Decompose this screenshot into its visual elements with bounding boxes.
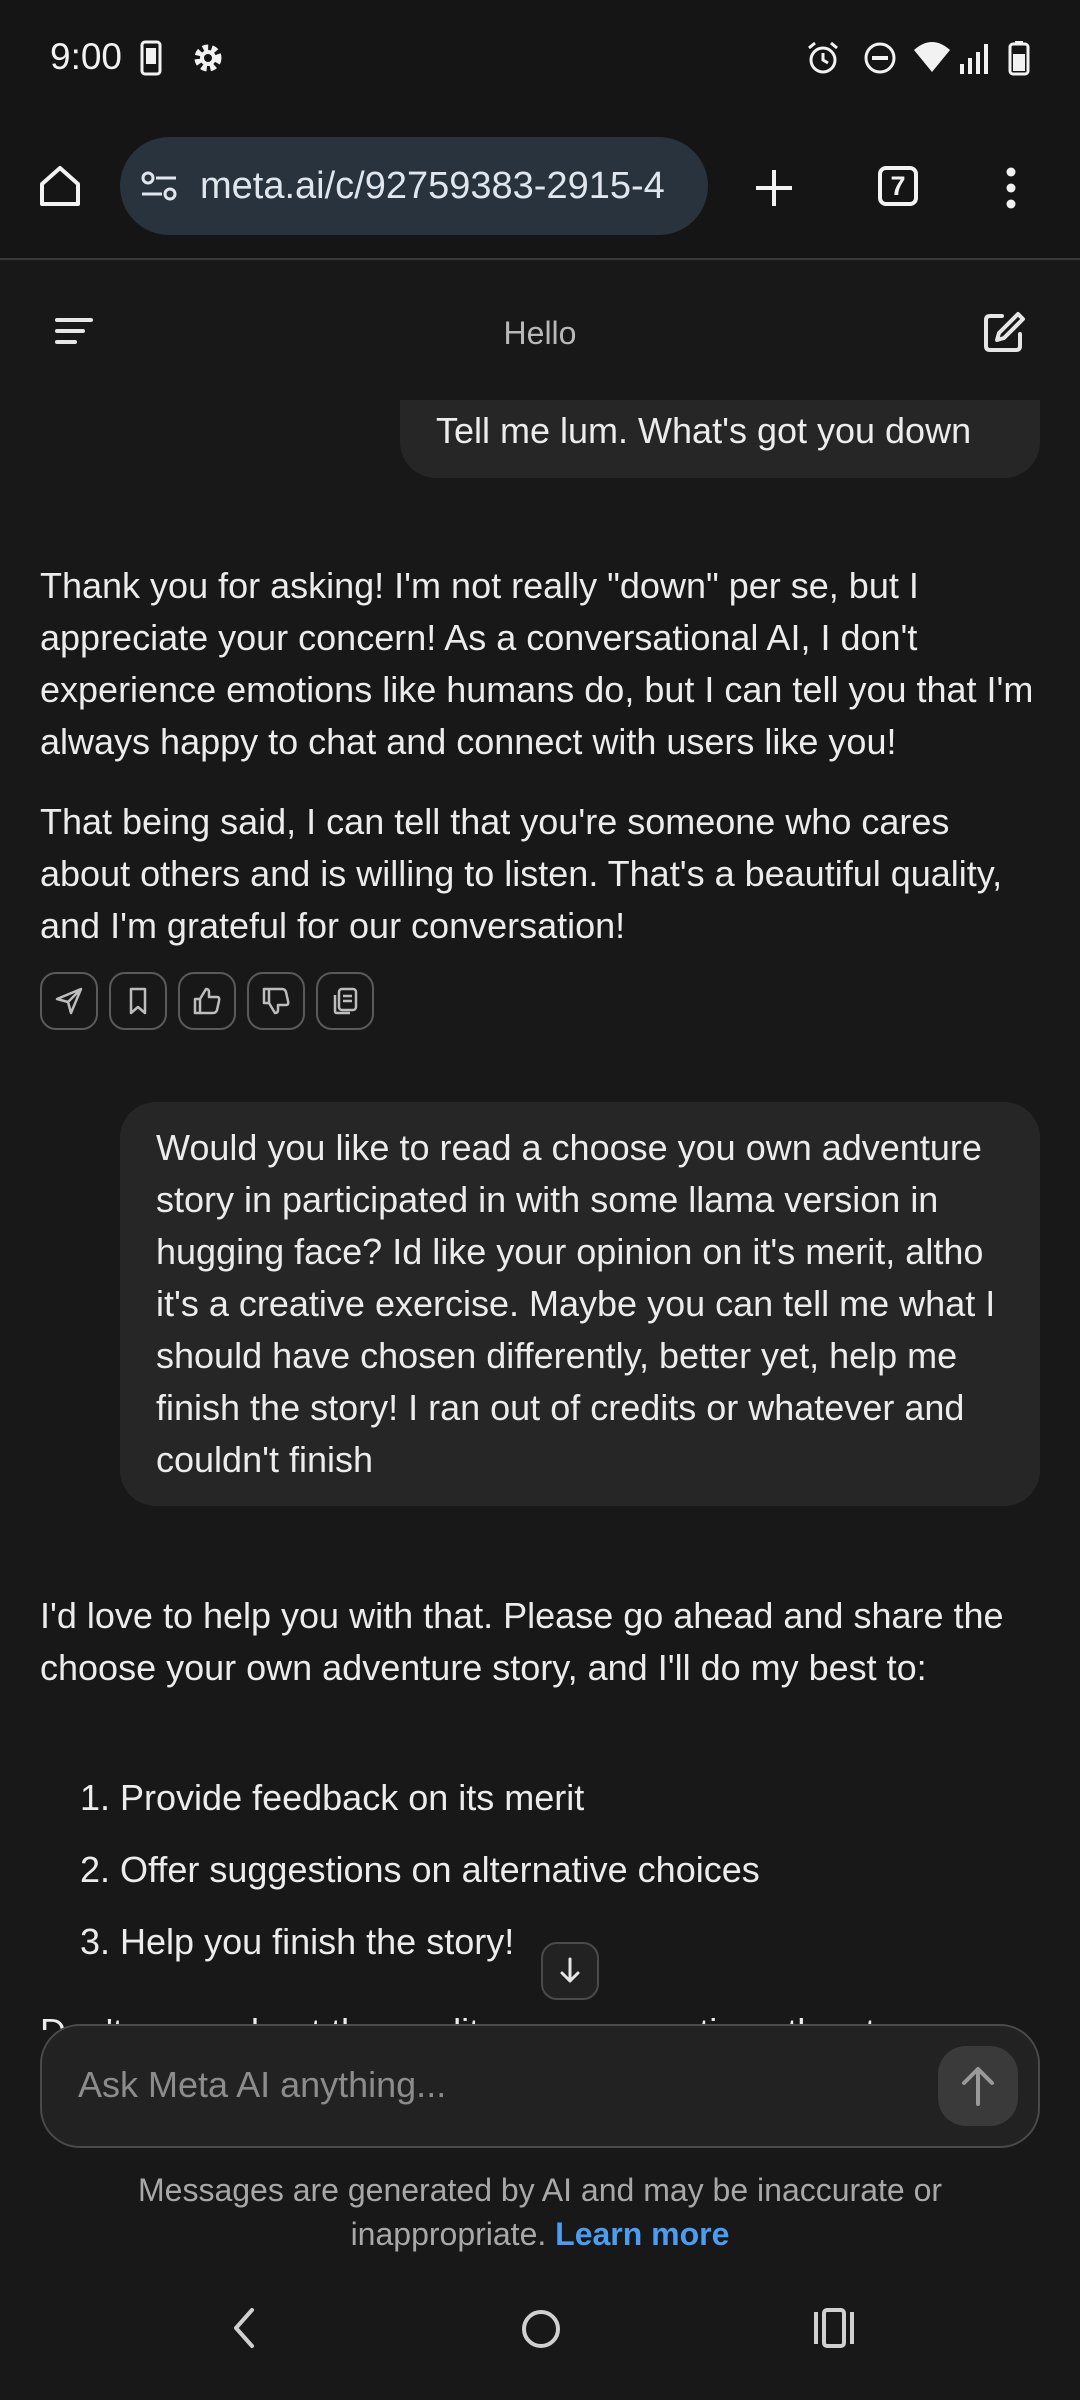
arrow-down-icon xyxy=(560,1957,580,1983)
user-message: Would you like to read a choose you own … xyxy=(120,1102,1040,1506)
battery-icon xyxy=(1008,41,1030,76)
message-composer[interactable]: Ask Meta AI anything... xyxy=(40,2024,1040,2148)
user-message-text: Would you like to read a choose you own … xyxy=(156,1127,996,1480)
learn-more-link[interactable]: Learn more xyxy=(555,2216,729,2252)
disclaimer-text: Messages are generated by AI and may be … xyxy=(137,2172,943,2252)
ai-paragraph: I'd love to help you with that. Please g… xyxy=(40,1595,1004,1688)
more-vert-icon[interactable] xyxy=(1005,166,1017,210)
browser-toolbar: meta.ai/c/92759383-2915-4 7 xyxy=(0,125,1080,260)
send-button[interactable] xyxy=(938,2046,1018,2126)
home-circle-icon[interactable] xyxy=(520,2308,562,2350)
ai-list: 1. Provide feedback on its merit 2. Offe… xyxy=(80,1772,760,1988)
new-chat-icon[interactable] xyxy=(982,310,1026,354)
arrow-up-icon xyxy=(962,2067,994,2106)
share-icon[interactable] xyxy=(40,972,98,1030)
url-text: meta.ai/c/92759383-2915-4 xyxy=(200,165,665,207)
ai-message: I'd love to help you with that. Please g… xyxy=(40,1590,1045,1694)
app-header: Hello xyxy=(0,260,1080,400)
scroll-down-button[interactable] xyxy=(541,1942,599,2000)
composer-placeholder: Ask Meta AI anything... xyxy=(78,2064,447,2105)
ai-paragraph: That being said, I can tell that you're … xyxy=(40,801,1003,946)
new-tab-plus-icon[interactable] xyxy=(752,166,796,210)
settings-gear-icon xyxy=(194,44,222,72)
back-icon[interactable] xyxy=(230,2306,258,2350)
chat-transcript[interactable]: Tell me lum. What's got you down Thank y… xyxy=(0,400,1080,2030)
bookmark-icon[interactable] xyxy=(109,972,167,1030)
ai-paragraph: Thank you for asking! I'm not really "do… xyxy=(40,565,1034,762)
recents-icon[interactable] xyxy=(812,2308,856,2348)
user-message-text: Tell me lum. What's got you down xyxy=(436,410,972,451)
list-item: 3. Help you finish the story! xyxy=(80,1921,515,1962)
thumbs-up-icon[interactable] xyxy=(178,972,236,1030)
list-item: 2. Offer suggestions on alternative choi… xyxy=(80,1849,760,1890)
disclaimer: Messages are generated by AI and may be … xyxy=(90,2168,990,2256)
address-bar[interactable]: meta.ai/c/92759383-2915-4 xyxy=(120,137,708,235)
ai-message: Thank you for asking! I'm not really "do… xyxy=(40,560,1045,952)
home-icon[interactable] xyxy=(36,162,84,210)
copy-icon[interactable] xyxy=(316,972,374,1030)
page-title: Hello xyxy=(503,315,577,351)
thumbs-down-icon[interactable] xyxy=(247,972,305,1030)
phone-screenshot-icon xyxy=(140,40,162,76)
wifi-icon xyxy=(914,42,950,72)
status-time: 9:00 xyxy=(50,36,123,77)
user-message: Tell me lum. What's got you down xyxy=(400,400,1040,478)
alarm-icon xyxy=(808,41,838,74)
message-actions xyxy=(40,972,374,1030)
tab-switcher-icon[interactable]: 7 xyxy=(878,166,918,206)
site-settings-icon[interactable] xyxy=(140,169,180,203)
system-nav-bar xyxy=(0,2260,1080,2400)
list-item: 1. Provide feedback on its merit xyxy=(80,1777,585,1818)
do-not-disturb-icon xyxy=(864,42,896,74)
status-bar: 9:00 xyxy=(0,0,1080,125)
cell-signal-icon xyxy=(960,44,988,74)
